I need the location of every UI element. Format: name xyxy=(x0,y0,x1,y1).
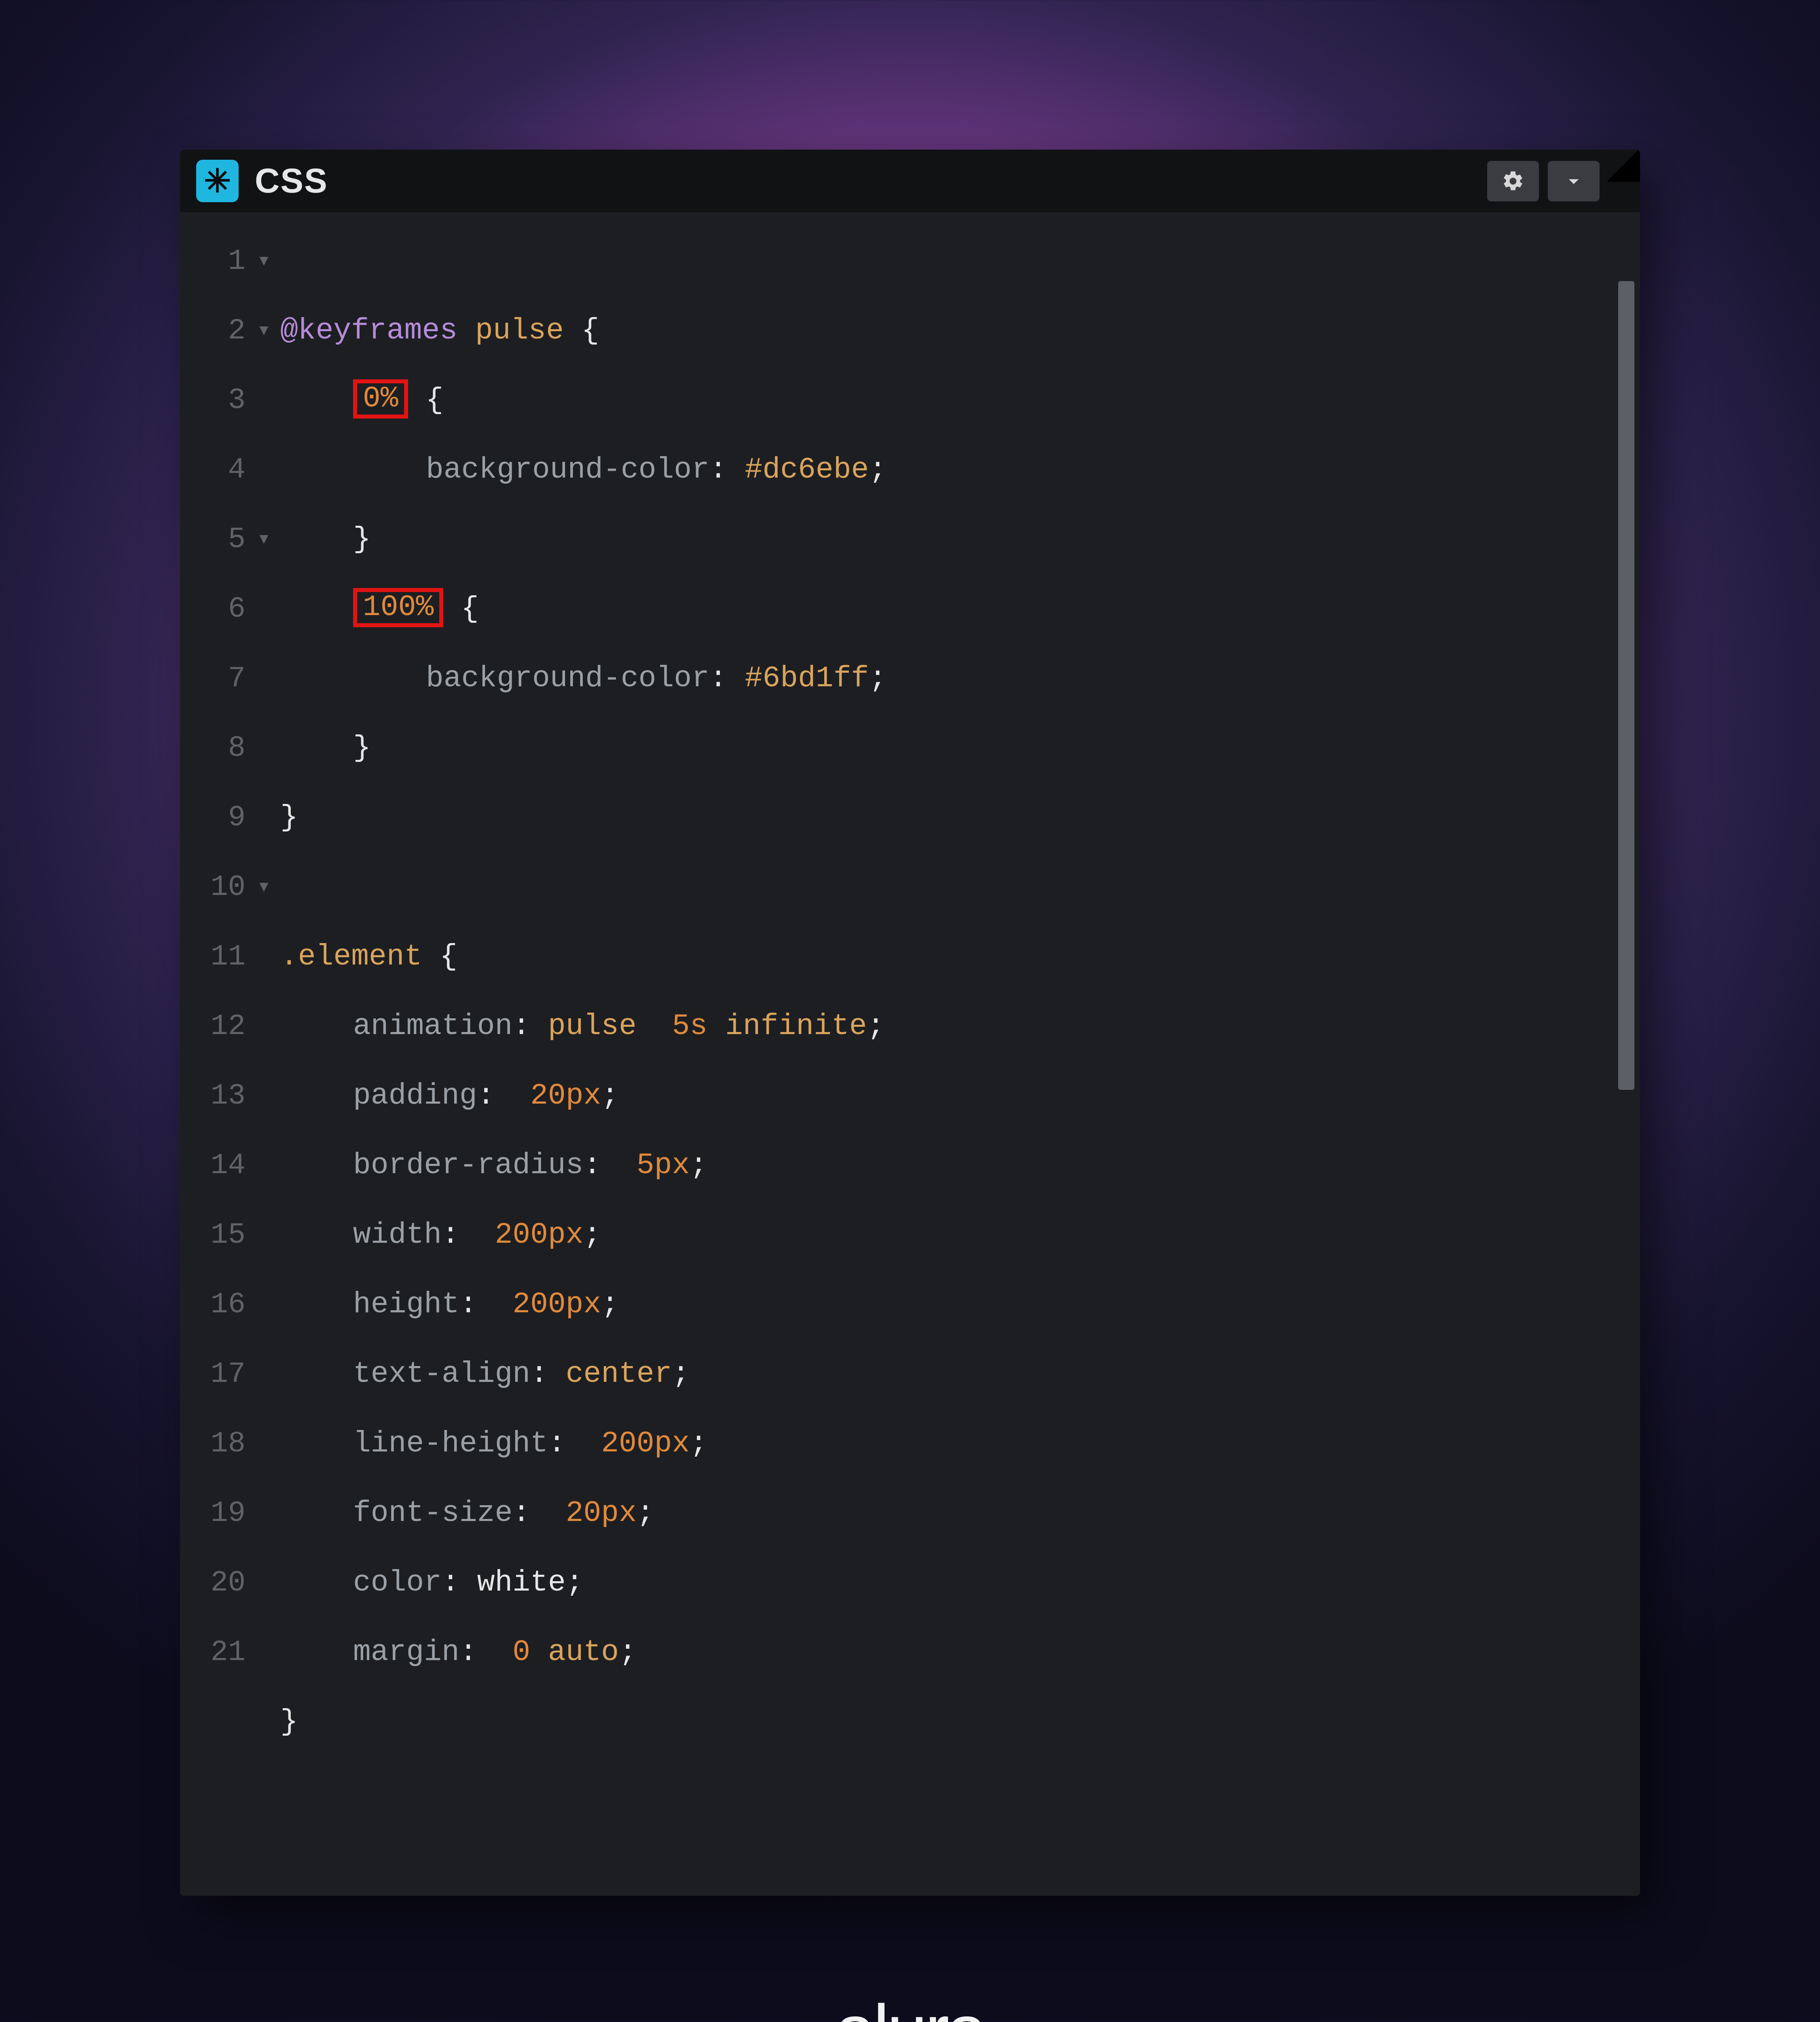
line-number-gutter: 1 2 3 4 5 6 7 8 9 10 11 12 13 14 15 16 1… xyxy=(180,212,257,1896)
line-number: 19 xyxy=(180,1478,257,1548)
collapse-button[interactable] xyxy=(1548,161,1600,201)
code-token: #6bd1ff xyxy=(745,662,869,695)
line-number: 10 xyxy=(180,852,257,922)
code-token: 100% xyxy=(363,590,434,624)
line-number: 21 xyxy=(180,1618,257,1687)
settings-button[interactable] xyxy=(1487,161,1539,201)
code-token: 0 xyxy=(512,1635,530,1669)
code-token: 200px xyxy=(512,1288,601,1321)
code-token: .element xyxy=(280,940,422,973)
code-token: pulse xyxy=(548,1009,637,1043)
code-token: line-height xyxy=(353,1427,548,1460)
code-token: height xyxy=(353,1288,459,1321)
line-number: 12 xyxy=(180,992,257,1061)
code-token: border-radius xyxy=(353,1148,584,1182)
code-token: background-color xyxy=(426,662,709,695)
code-token: width xyxy=(353,1218,442,1252)
code-editor-window: ✳ CSS 1 2 3 4 5 6 7 8 9 10 11 12 13 14 xyxy=(180,150,1640,1896)
code-token: padding xyxy=(353,1079,477,1113)
line-number: 18 xyxy=(180,1409,257,1478)
line-number: 4 xyxy=(180,435,257,505)
line-number: 13 xyxy=(180,1061,257,1131)
line-number: 2 xyxy=(180,296,257,366)
line-number: 1 xyxy=(180,226,257,296)
line-number: 9 xyxy=(180,783,257,852)
language-label: CSS xyxy=(255,161,328,201)
highlight-hundred-percent: 100% xyxy=(353,588,443,627)
code-token: auto xyxy=(548,1635,619,1669)
line-number: 17 xyxy=(180,1339,257,1409)
code-token: font-size xyxy=(353,1496,512,1530)
line-number: 20 xyxy=(180,1548,257,1618)
line-number: 15 xyxy=(180,1200,257,1270)
titlebar-actions xyxy=(1487,161,1600,201)
code-token: @keyframes xyxy=(280,314,457,347)
line-number: 16 xyxy=(180,1270,257,1339)
code-token: background-color xyxy=(426,453,709,486)
code-token: center xyxy=(566,1357,672,1391)
line-number: 7 xyxy=(180,644,257,713)
code-token: white xyxy=(477,1566,566,1599)
code-token: animation xyxy=(353,1009,512,1043)
line-number: 5 xyxy=(180,505,257,574)
code-token: 200px xyxy=(495,1218,583,1252)
code-token: pulse xyxy=(475,314,564,347)
line-number: 14 xyxy=(180,1131,257,1200)
line-number: 3 xyxy=(180,366,257,435)
editor-titlebar: ✳ CSS xyxy=(180,150,1640,212)
code-token: 5s xyxy=(672,1009,708,1043)
line-number: 8 xyxy=(180,713,257,783)
code-token: 0% xyxy=(363,382,398,415)
editor-body: 1 2 3 4 5 6 7 8 9 10 11 12 13 14 15 16 1… xyxy=(180,212,1640,1896)
line-number: 6 xyxy=(180,574,257,644)
chevron-down-icon xyxy=(1562,169,1585,193)
code-area[interactable]: @keyframes pulse {0% {background-color: … xyxy=(257,212,1640,1896)
code-token: 200px xyxy=(601,1427,690,1460)
gear-icon xyxy=(1501,169,1525,193)
code-token: infinite xyxy=(725,1009,867,1043)
line-number: 11 xyxy=(180,922,257,992)
highlight-zero-percent: 0% xyxy=(353,379,408,419)
brand-logo: alura xyxy=(835,1989,985,2022)
code-token: 5px xyxy=(637,1148,690,1182)
code-token: #dc6ebe xyxy=(745,453,869,486)
code-token: 20px xyxy=(566,1496,637,1530)
code-token: color xyxy=(353,1566,442,1599)
css-badge-glyph: ✳ xyxy=(204,162,231,200)
code-token: 20px xyxy=(530,1079,601,1113)
code-token: margin xyxy=(353,1635,459,1669)
vertical-scrollbar[interactable] xyxy=(1618,281,1634,1090)
css-badge-icon: ✳ xyxy=(196,160,239,202)
code-token: text-align xyxy=(353,1357,530,1391)
